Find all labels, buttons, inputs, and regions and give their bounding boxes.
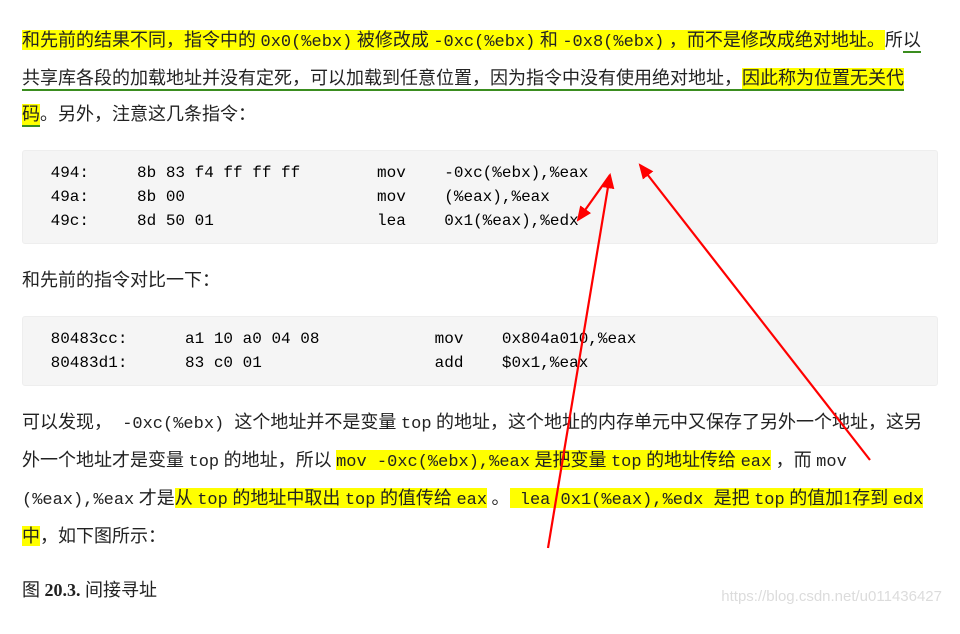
highlight-span: 和先前的结果不同，指令中的 0x0(%ebx) 被修改成 -0xc(%ebx) … [22,30,885,50]
code-top-6: top [754,491,785,510]
text: 的地址，所以 [219,450,336,470]
text: 和 [535,30,562,50]
text: 是把变量 [530,450,611,470]
text: ，而不是修改成绝对地址。 [664,30,885,50]
code-neg0x8-ebx: -0x8(%ebx) [562,33,664,52]
text: 的值加1存到 [785,488,893,508]
figure-title: 间接寻址 [81,580,158,600]
code-neg0xc-ebx-2: -0xc(%ebx) [112,415,234,434]
text: ，如下图所示： [40,526,166,546]
paragraph-2: 和先前的指令对比一下： [22,262,938,298]
paragraph-1: 和先前的结果不同，指令中的 0x0(%ebx) 被修改成 -0xc(%ebx) … [22,22,938,132]
text: 是把 [714,488,755,508]
figure-prefix: 图 [22,580,45,600]
text: 中 [22,526,40,546]
code-top-4: top [197,491,228,510]
text: ，而 [771,450,816,470]
text: 的地址中取出 [228,488,345,508]
text: 从 [175,488,198,508]
document-page: 和先前的结果不同，指令中的 0x0(%ebx) 被修改成 -0xc(%ebx) … [0,0,960,618]
code-top-5: top [345,491,376,510]
code-neg0xc-ebx: -0xc(%ebx) [433,33,535,52]
paragraph-3: 可以发现， -0xc(%ebx) 这个地址并不是变量 top 的地址，这个地址的… [22,404,938,554]
text: 这个地址并不是变量 [234,412,401,432]
code-lea: lea 0x1(%eax),%edx [510,491,714,510]
text: 被修改成 [352,30,433,50]
figure-label: 图 20.3. 间接寻址 [22,572,938,608]
figure-number: 20.3. [45,580,81,600]
highlight-deref: 从 top 的地址中取出 top 的值传给 eax [175,488,487,508]
code-top-1: top [401,415,432,434]
code-block-disasm-2: 80483cc: a1 10 a0 04 08 mov 0x804a010,%e… [22,316,938,386]
code-eax-2: eax [456,491,487,510]
code-0x0-ebx: 0x0(%ebx) [261,33,353,52]
highlight-mov-addr: mov -0xc(%ebx),%eax 是把变量 top 的地址传给 eax [336,450,771,470]
text: 和先前的结果不同，指令中的 [22,30,261,50]
text: 可以发现， [22,412,112,432]
text: 的地址传给 [642,450,741,470]
text: 才是 [134,488,175,508]
code-mov-neg0xc: mov -0xc(%ebx),%eax [336,453,530,472]
code-block-disasm-1: 494: 8b 83 f4 ff ff ff mov -0xc(%ebx),%e… [22,150,938,244]
text: 的值传给 [375,488,456,508]
code-top-2: top [189,453,220,472]
text: 。另外，注意这几条指令： [40,104,256,124]
code-eax-1: eax [741,453,772,472]
code-edx: edx [893,491,924,510]
code-top-3: top [611,453,642,472]
text: 所 [885,30,903,50]
text: 。 [487,488,510,508]
